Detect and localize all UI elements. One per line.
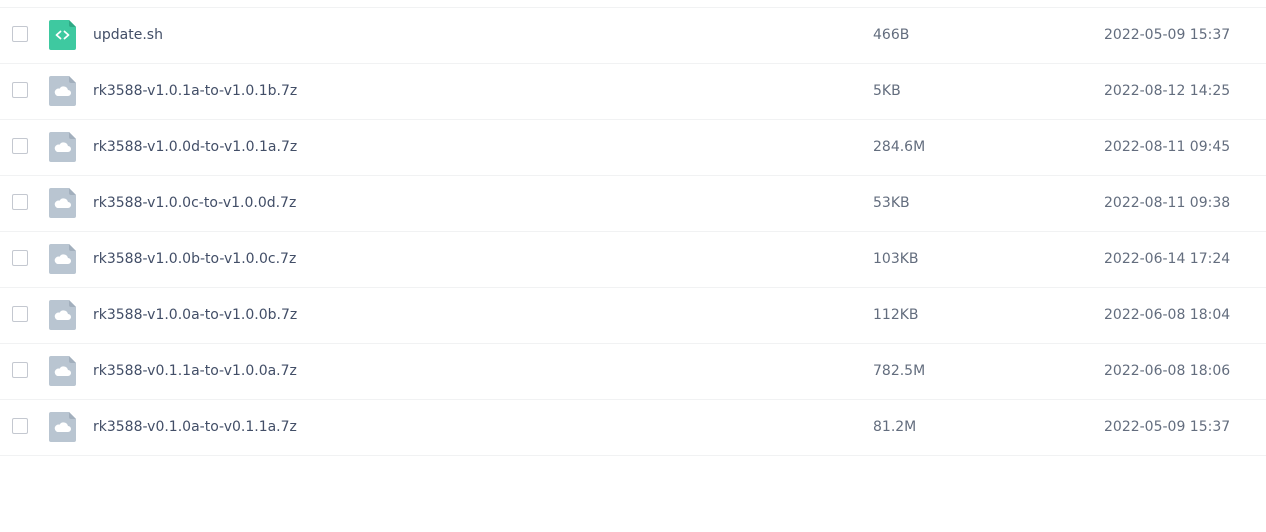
file-name-link[interactable]: update.sh (93, 26, 163, 44)
archive-file-icon (49, 412, 76, 442)
archive-file-icon (49, 300, 76, 330)
file-row[interactable]: rk3588-v0.1.0a-to-v0.1.1a.7z 81.2M 2022-… (0, 400, 1266, 456)
file-row[interactable]: rk3588-v1.0.1a-to-v1.0.1b.7z 5KB 2022-08… (0, 64, 1266, 120)
archive-file-icon (49, 188, 76, 218)
file-modified-date: 2022-05-09 15:37 (1104, 27, 1231, 43)
row-checkbox[interactable] (12, 418, 28, 434)
file-size: 53KB (873, 195, 910, 211)
file-name-link[interactable]: rk3588-v1.0.1a-to-v1.0.1b.7z (93, 82, 297, 100)
archive-file-icon (49, 132, 76, 162)
file-row[interactable]: rk3588-v1.0.0c-to-v1.0.0d.7z 53KB 2022-0… (0, 176, 1266, 232)
file-name-link[interactable]: rk3588-v1.0.0c-to-v1.0.0d.7z (93, 194, 296, 212)
file-modified-date: 2022-08-11 09:45 (1104, 139, 1231, 155)
file-row[interactable]: rk3588-v0.1.1a-to-v1.0.0a.7z 782.5M 2022… (0, 344, 1266, 400)
row-checkbox[interactable] (12, 306, 28, 322)
row-checkbox[interactable] (12, 194, 28, 210)
file-modified-date: 2022-06-08 18:04 (1104, 307, 1231, 323)
row-checkbox[interactable] (12, 82, 28, 98)
file-name-link[interactable]: rk3588-v1.0.0a-to-v1.0.0b.7z (93, 306, 297, 324)
file-modified-date: 2022-06-14 17:24 (1104, 251, 1231, 267)
file-modified-date: 2022-06-08 18:06 (1104, 363, 1231, 379)
row-checkbox[interactable] (12, 26, 28, 42)
file-size: 103KB (873, 251, 919, 267)
archive-file-icon (49, 356, 76, 386)
file-size: 466B (873, 27, 910, 43)
file-name-link[interactable]: rk3588-v1.0.0d-to-v1.0.1a.7z (93, 138, 297, 156)
file-modified-date: 2022-08-11 09:38 (1104, 195, 1231, 211)
file-modified-date: 2022-05-09 15:37 (1104, 419, 1231, 435)
file-size: 5KB (873, 83, 901, 99)
file-name-link[interactable]: rk3588-v0.1.1a-to-v1.0.0a.7z (93, 362, 297, 380)
file-name-link[interactable]: rk3588-v0.1.0a-to-v0.1.1a.7z (93, 418, 297, 436)
row-checkbox[interactable] (12, 138, 28, 154)
file-name-link[interactable]: rk3588-v1.0.0b-to-v1.0.0c.7z (93, 250, 296, 268)
row-checkbox[interactable] (12, 250, 28, 266)
file-size: 782.5M (873, 363, 926, 379)
file-modified-date: 2022-08-12 14:25 (1104, 83, 1231, 99)
archive-file-icon (49, 244, 76, 274)
code-file-icon (49, 20, 76, 50)
file-row[interactable]: rk3588-v1.0.0d-to-v1.0.1a.7z 284.6M 2022… (0, 120, 1266, 176)
file-row[interactable]: update.sh 466B 2022-05-09 15:37 (0, 8, 1266, 64)
file-size: 81.2M (873, 419, 917, 435)
file-size: 112KB (873, 307, 919, 323)
file-list: update.sh 466B 2022-05-09 15:37 rk3588-v… (0, 7, 1266, 456)
file-size: 284.6M (873, 139, 926, 155)
file-row[interactable]: rk3588-v1.0.0a-to-v1.0.0b.7z 112KB 2022-… (0, 288, 1266, 344)
archive-file-icon (49, 76, 76, 106)
row-checkbox[interactable] (12, 362, 28, 378)
file-row[interactable]: rk3588-v1.0.0b-to-v1.0.0c.7z 103KB 2022-… (0, 232, 1266, 288)
